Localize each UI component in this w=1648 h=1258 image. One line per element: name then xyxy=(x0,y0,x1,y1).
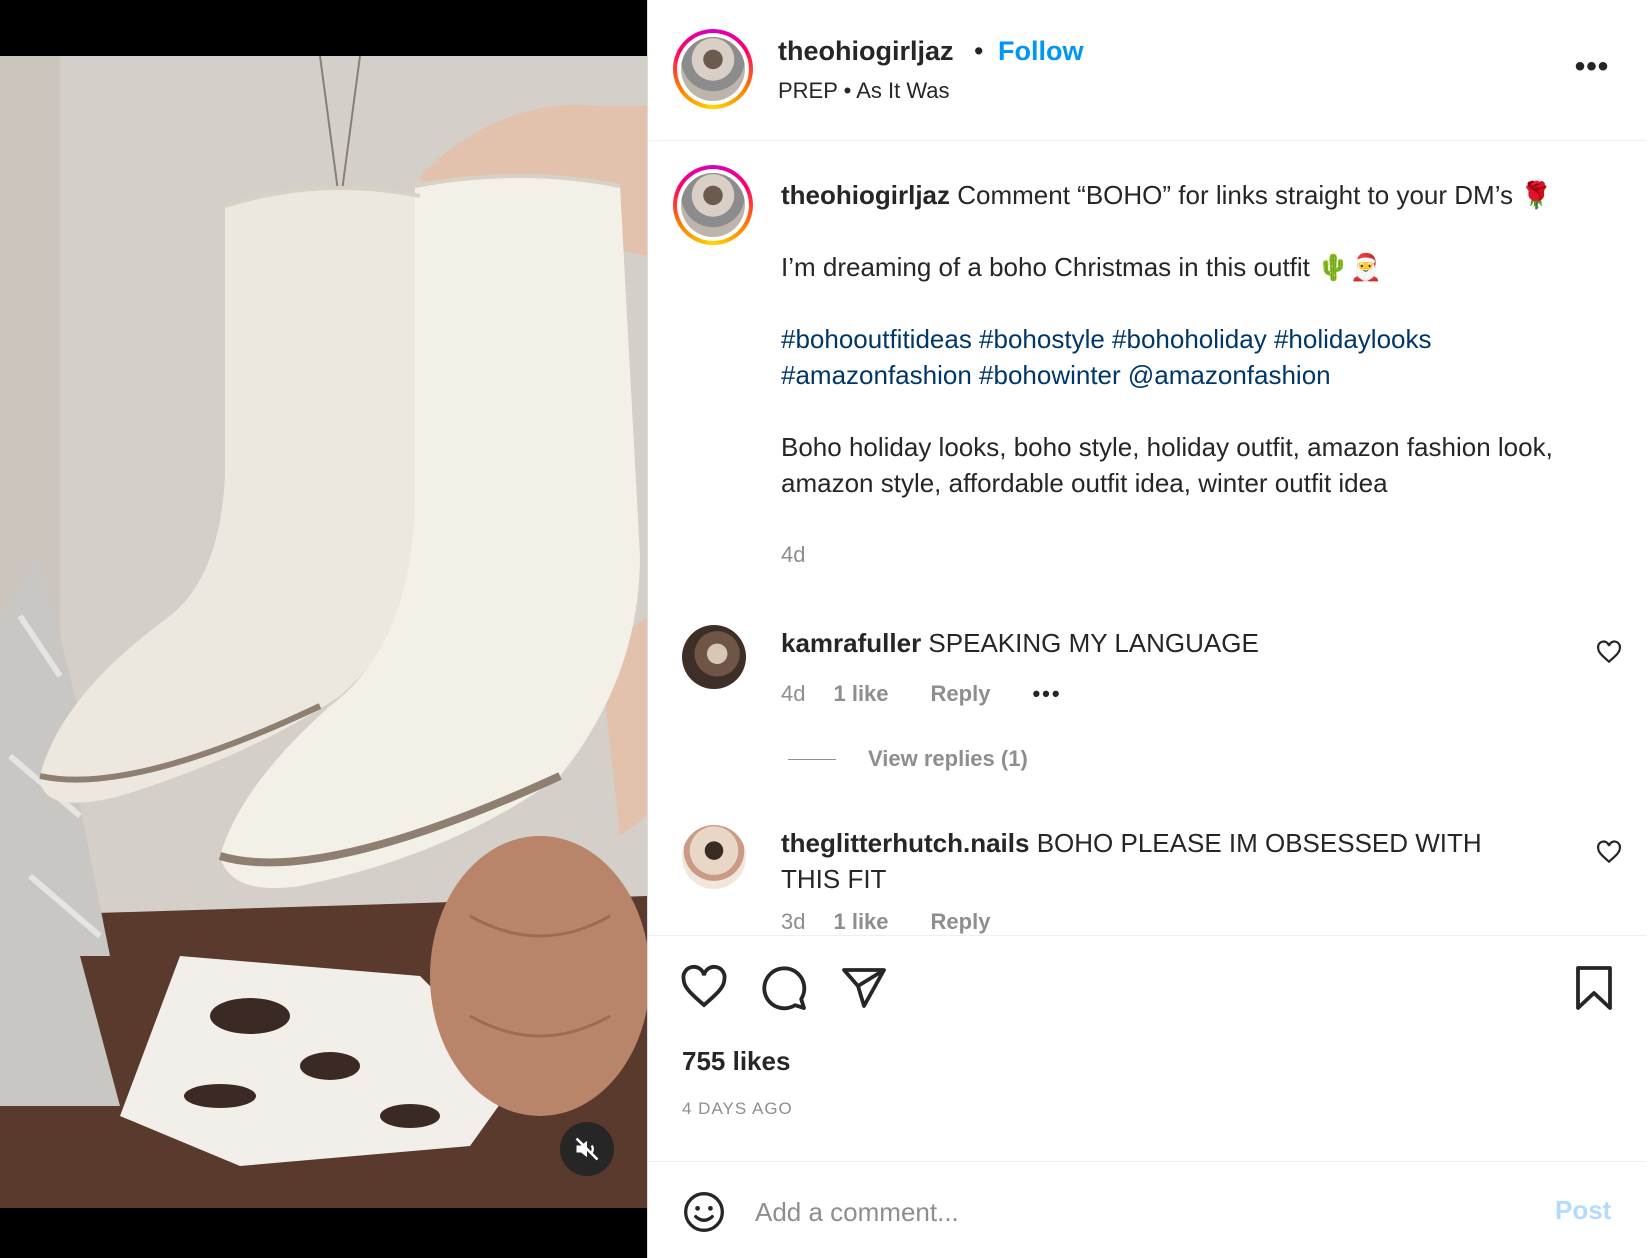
comment-username[interactable]: theglitterhutch.nails xyxy=(781,828,1029,858)
comment-text: SPEAKING MY LANGUAGE xyxy=(928,628,1259,658)
likes-count[interactable]: 755 likes xyxy=(682,1046,790,1077)
post-comment-button[interactable]: Post xyxy=(1555,1195,1611,1226)
comment-avatar[interactable] xyxy=(682,825,746,889)
caption-hashtags[interactable]: #bohooutfitideas #bohostyle #bohoholiday… xyxy=(781,321,1601,393)
comment-bubble-icon[interactable] xyxy=(760,964,808,1012)
author-username[interactable]: theohiogirljaz xyxy=(778,36,954,67)
audio-track-link[interactable]: PREP • As It Was xyxy=(778,78,950,104)
reply-button[interactable]: Reply xyxy=(931,909,991,934)
comment-likes[interactable]: 1 like xyxy=(833,909,888,934)
comment-input[interactable] xyxy=(755,1188,1475,1236)
mute-button[interactable] xyxy=(560,1122,614,1176)
comments-list[interactable]: theohiogirljaz Comment “BOHO” for links … xyxy=(648,141,1646,935)
post-media xyxy=(0,0,647,1258)
comment-item: theglitterhutch.nails BOHO PLEASE IM OBS… xyxy=(781,825,1541,897)
caption-timestamp[interactable]: 4d xyxy=(781,542,805,568)
speaker-muted-icon xyxy=(575,1137,599,1161)
more-options-icon[interactable]: ••• xyxy=(1572,52,1612,82)
caption-author-avatar[interactable] xyxy=(673,165,753,245)
post-actions: 755 likes 4 DAYS AGO xyxy=(648,935,1646,1161)
video-still-boots xyxy=(0,56,647,1208)
comment-item: kamrafuller SPEAKING MY LANGUAGE xyxy=(781,625,1541,661)
reply-button[interactable]: Reply xyxy=(931,681,991,706)
video-frame[interactable] xyxy=(0,56,647,1208)
post-date[interactable]: 4 DAYS AGO xyxy=(682,1099,793,1119)
author-avatar[interactable] xyxy=(673,29,753,109)
comment-avatar[interactable] xyxy=(682,625,746,689)
view-replies-button[interactable]: View replies (1) xyxy=(788,746,1028,772)
comment-likes[interactable]: 1 like xyxy=(833,681,888,706)
comment-heart-icon[interactable] xyxy=(1596,840,1622,866)
follow-button[interactable]: Follow xyxy=(998,36,1083,67)
caption-username[interactable]: theohiogirljaz xyxy=(781,180,950,210)
comment-more-icon[interactable]: ••• xyxy=(1032,681,1061,706)
add-comment-bar: Post xyxy=(648,1161,1646,1258)
comment-username[interactable]: kamrafuller xyxy=(781,628,921,658)
header-separator: • xyxy=(974,36,984,66)
bookmark-icon[interactable] xyxy=(1570,964,1618,1012)
comment-time[interactable]: 4d xyxy=(781,681,805,706)
smiley-icon[interactable] xyxy=(682,1190,726,1234)
comment-heart-icon[interactable] xyxy=(1596,640,1622,666)
caption-line-3: Boho holiday looks, boho style, holiday … xyxy=(781,432,1553,498)
heart-icon[interactable] xyxy=(680,964,728,1012)
comment-meta: 3d 1 like Reply xyxy=(781,909,1032,935)
caption-line-1: Comment “BOHO” for links straight to you… xyxy=(957,180,1553,210)
post-header: theohiogirljaz • Follow PREP • As It Was… xyxy=(648,0,1646,141)
caption-line-2: I’m dreaming of a boho Christmas in this… xyxy=(781,252,1382,282)
comment-meta: 4d 1 like Reply ••• xyxy=(781,681,1104,707)
paper-plane-icon[interactable] xyxy=(840,964,888,1012)
view-replies-label: View replies (1) xyxy=(868,746,1028,771)
post-caption: theohiogirljaz Comment “BOHO” for links … xyxy=(781,177,1601,537)
post-details-panel: theohiogirljaz • Follow PREP • As It Was… xyxy=(647,0,1648,1258)
comment-time[interactable]: 3d xyxy=(781,909,805,934)
